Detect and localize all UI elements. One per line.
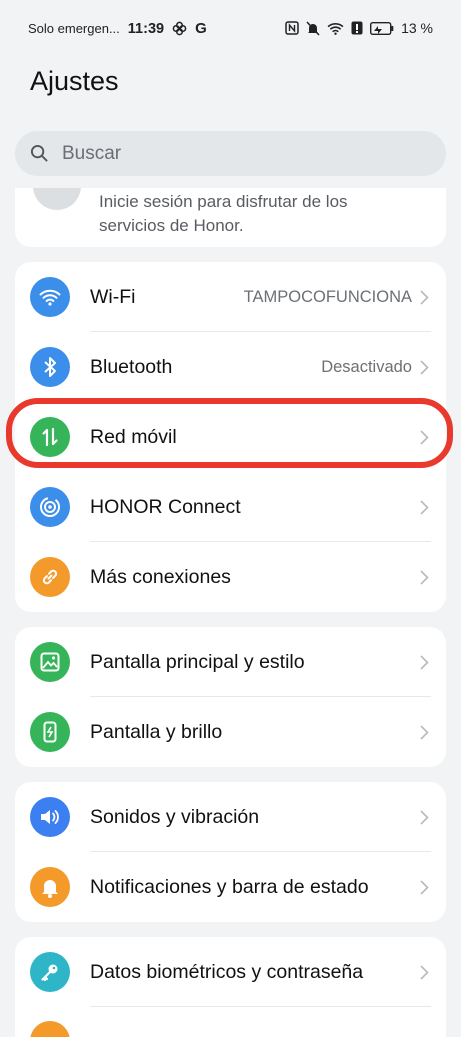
chevron-right-icon [420,654,430,670]
status-bar: Solo emergen... 11:39 G 13 % [0,0,461,56]
chevron-right-icon [420,964,430,980]
speaker-icon [30,797,70,837]
link-icon [30,557,70,597]
settings-item-mobile-network[interactable]: Red móvil [15,402,446,472]
battery-percent: 13 % [401,20,433,36]
mobile-data-icon [30,417,70,457]
key-icon [30,952,70,992]
wifi-signal-icon [327,22,344,35]
avatar [33,188,81,210]
bluetooth-label: Bluetooth [90,355,173,378]
more-connections-label: Más conexiones [90,565,231,588]
chevron-right-icon [420,809,430,825]
settings-item-sounds[interactable]: Sonidos y vibración [15,782,446,852]
wifi-value: TAMPOCOFUNCIONA [243,287,412,306]
settings-item-wifi[interactable]: Wi-Fi TAMPOCOFUNCIONA [15,262,446,332]
chevron-right-icon [420,359,430,375]
carrier-text: Solo emergen... [28,21,120,36]
bluetooth-value: Desactivado [321,357,412,376]
chevron-right-icon [420,499,430,515]
bluetooth-icon [30,347,70,387]
alert-icon [351,21,363,35]
sound-notification-group: Sonidos y vibración Notificaciones y bar… [15,782,446,922]
mute-bell-icon [306,20,320,36]
honor-connect-icon [30,487,70,527]
settings-item-honor-connect[interactable]: HONOR Connect [15,472,446,542]
account-card[interactable]: Inicie sesión para disfrutar de los serv… [15,188,446,247]
sounds-label: Sonidos y vibración [90,805,260,828]
security-group: Datos biométricos y contraseña [15,937,446,1037]
chevron-right-icon [420,429,430,445]
connections-group: Wi-Fi TAMPOCOFUNCIONA Bluetooth Desactiv… [15,262,446,612]
battery-icon [370,21,394,35]
image-icon [30,642,70,682]
honor-connect-label: HONOR Connect [90,495,241,518]
chevron-right-icon [420,724,430,740]
chevron-right-icon [420,289,430,305]
search-bar[interactable] [15,131,446,176]
display-brightness-label: Pantalla y brillo [90,720,223,743]
google-icon: G [195,20,207,37]
next-item-icon [30,1021,70,1037]
display-group: Pantalla principal y estilo Pantalla y b… [15,627,446,767]
biometrics-label: Datos biométricos y contraseña [90,960,364,983]
search-icon [30,144,50,164]
mobile-network-label: Red móvil [90,425,177,448]
clock: 11:39 [127,20,165,37]
page-title: Ajustes [30,66,119,96]
settings-item-bluetooth[interactable]: Bluetooth Desactivado [15,332,446,402]
chevron-right-icon [420,879,430,895]
phone-brightness-icon [30,712,70,752]
settings-item-home-screen-style[interactable]: Pantalla principal y estilo [15,627,446,697]
chevron-right-icon [420,569,430,585]
settings-item-notifications[interactable]: Notificaciones y barra de estado [15,852,446,922]
search-input[interactable] [60,141,424,166]
settings-item-display-brightness[interactable]: Pantalla y brillo [15,697,446,767]
home-screen-style-label: Pantalla principal y estilo [90,650,305,673]
pinwheel-icon [172,21,187,36]
settings-item-biometrics[interactable]: Datos biométricos y contraseña [15,937,446,1007]
bell-icon [30,867,70,907]
notifications-label: Notificaciones y barra de estado [90,875,369,898]
wifi-label: Wi-Fi [90,285,136,308]
settings-item-more-connections[interactable]: Más conexiones [15,542,446,612]
account-signin-text: Inicie sesión para disfrutar de los serv… [99,192,348,235]
wifi-icon [30,277,70,317]
nfc-icon [285,21,299,35]
